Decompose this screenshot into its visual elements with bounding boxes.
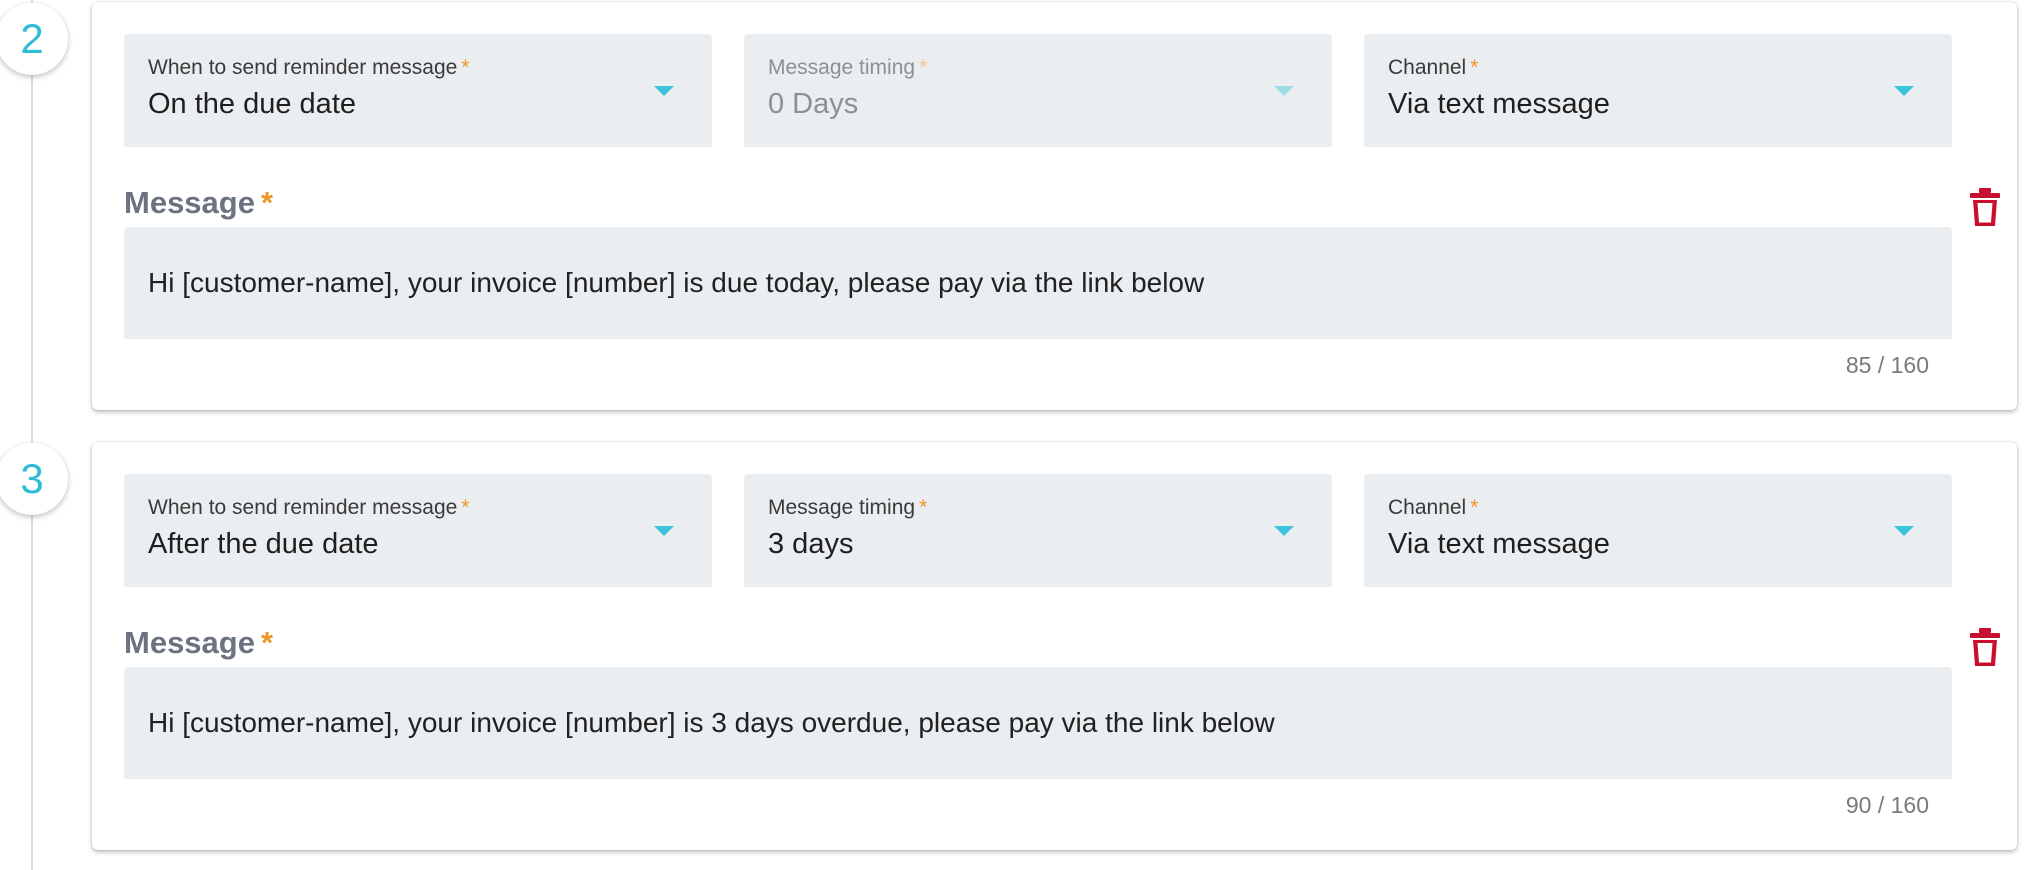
caret-down-icon bbox=[1274, 86, 1294, 96]
message-timing-select[interactable]: Message timing * 3 days bbox=[744, 474, 1332, 587]
required-asterisk: * bbox=[461, 496, 470, 519]
caret-down-icon[interactable] bbox=[1274, 526, 1294, 536]
caret-down-icon[interactable] bbox=[654, 86, 674, 96]
when-to-send-label: When to send reminder message bbox=[148, 496, 458, 519]
when-to-send-select[interactable]: When to send reminder message * After the… bbox=[124, 474, 712, 587]
caret-down-icon[interactable] bbox=[1894, 526, 1914, 536]
channel-label: Channel bbox=[1388, 56, 1467, 79]
message-textarea[interactable]: Hi [customer-name], your invoice [number… bbox=[124, 227, 1952, 339]
step-number-badge: 2 bbox=[0, 3, 68, 75]
message-timing-value: 3 days bbox=[768, 528, 854, 560]
reminder-steps: 2 When to send reminder message * On the … bbox=[0, 0, 2030, 870]
reminder-card: When to send reminder message * On the du… bbox=[92, 2, 2017, 410]
message-timing-select: Message timing * 0 Days bbox=[744, 34, 1332, 147]
channel-select[interactable]: Channel * Via text message bbox=[1364, 34, 1952, 147]
message-label: Message bbox=[124, 185, 255, 220]
required-asterisk: * bbox=[260, 185, 274, 220]
required-asterisk: * bbox=[461, 56, 470, 79]
required-asterisk: * bbox=[260, 625, 274, 660]
channel-value: Via text message bbox=[1388, 88, 1610, 120]
channel-label: Channel bbox=[1388, 496, 1467, 519]
step-number: 3 bbox=[20, 455, 44, 502]
channel-select[interactable]: Channel * Via text message bbox=[1364, 474, 1952, 587]
required-asterisk: * bbox=[1470, 496, 1479, 519]
when-to-send-value: On the due date bbox=[148, 88, 356, 120]
required-asterisk: * bbox=[1470, 56, 1479, 79]
required-asterisk: * bbox=[919, 56, 928, 79]
when-to-send-label: When to send reminder message bbox=[148, 56, 458, 79]
message-textarea[interactable]: Hi [customer-name], your invoice [number… bbox=[124, 667, 1952, 779]
message-timing-label: Message timing bbox=[768, 56, 916, 79]
message-timing-label: Message timing bbox=[768, 496, 916, 519]
caret-down-icon[interactable] bbox=[1894, 86, 1914, 96]
reminder-card: When to send reminder message * After the… bbox=[92, 442, 2017, 850]
character-counter: 85 / 160 bbox=[1845, 352, 1929, 378]
trash-icon[interactable] bbox=[1969, 187, 2001, 227]
step-number: 2 bbox=[20, 15, 44, 62]
when-to-send-select[interactable]: When to send reminder message * On the du… bbox=[124, 34, 712, 147]
trash-icon[interactable] bbox=[1969, 627, 2001, 667]
caret-down-icon[interactable] bbox=[654, 526, 674, 536]
character-counter: 90 / 160 bbox=[1845, 792, 1929, 818]
step-number-badge: 3 bbox=[0, 443, 68, 515]
required-asterisk: * bbox=[919, 496, 928, 519]
message-label: Message bbox=[124, 625, 255, 660]
when-to-send-value: After the due date bbox=[148, 528, 379, 560]
message-timing-value: 0 Days bbox=[768, 88, 859, 120]
timeline-line bbox=[31, 0, 33, 870]
channel-value: Via text message bbox=[1388, 528, 1610, 560]
